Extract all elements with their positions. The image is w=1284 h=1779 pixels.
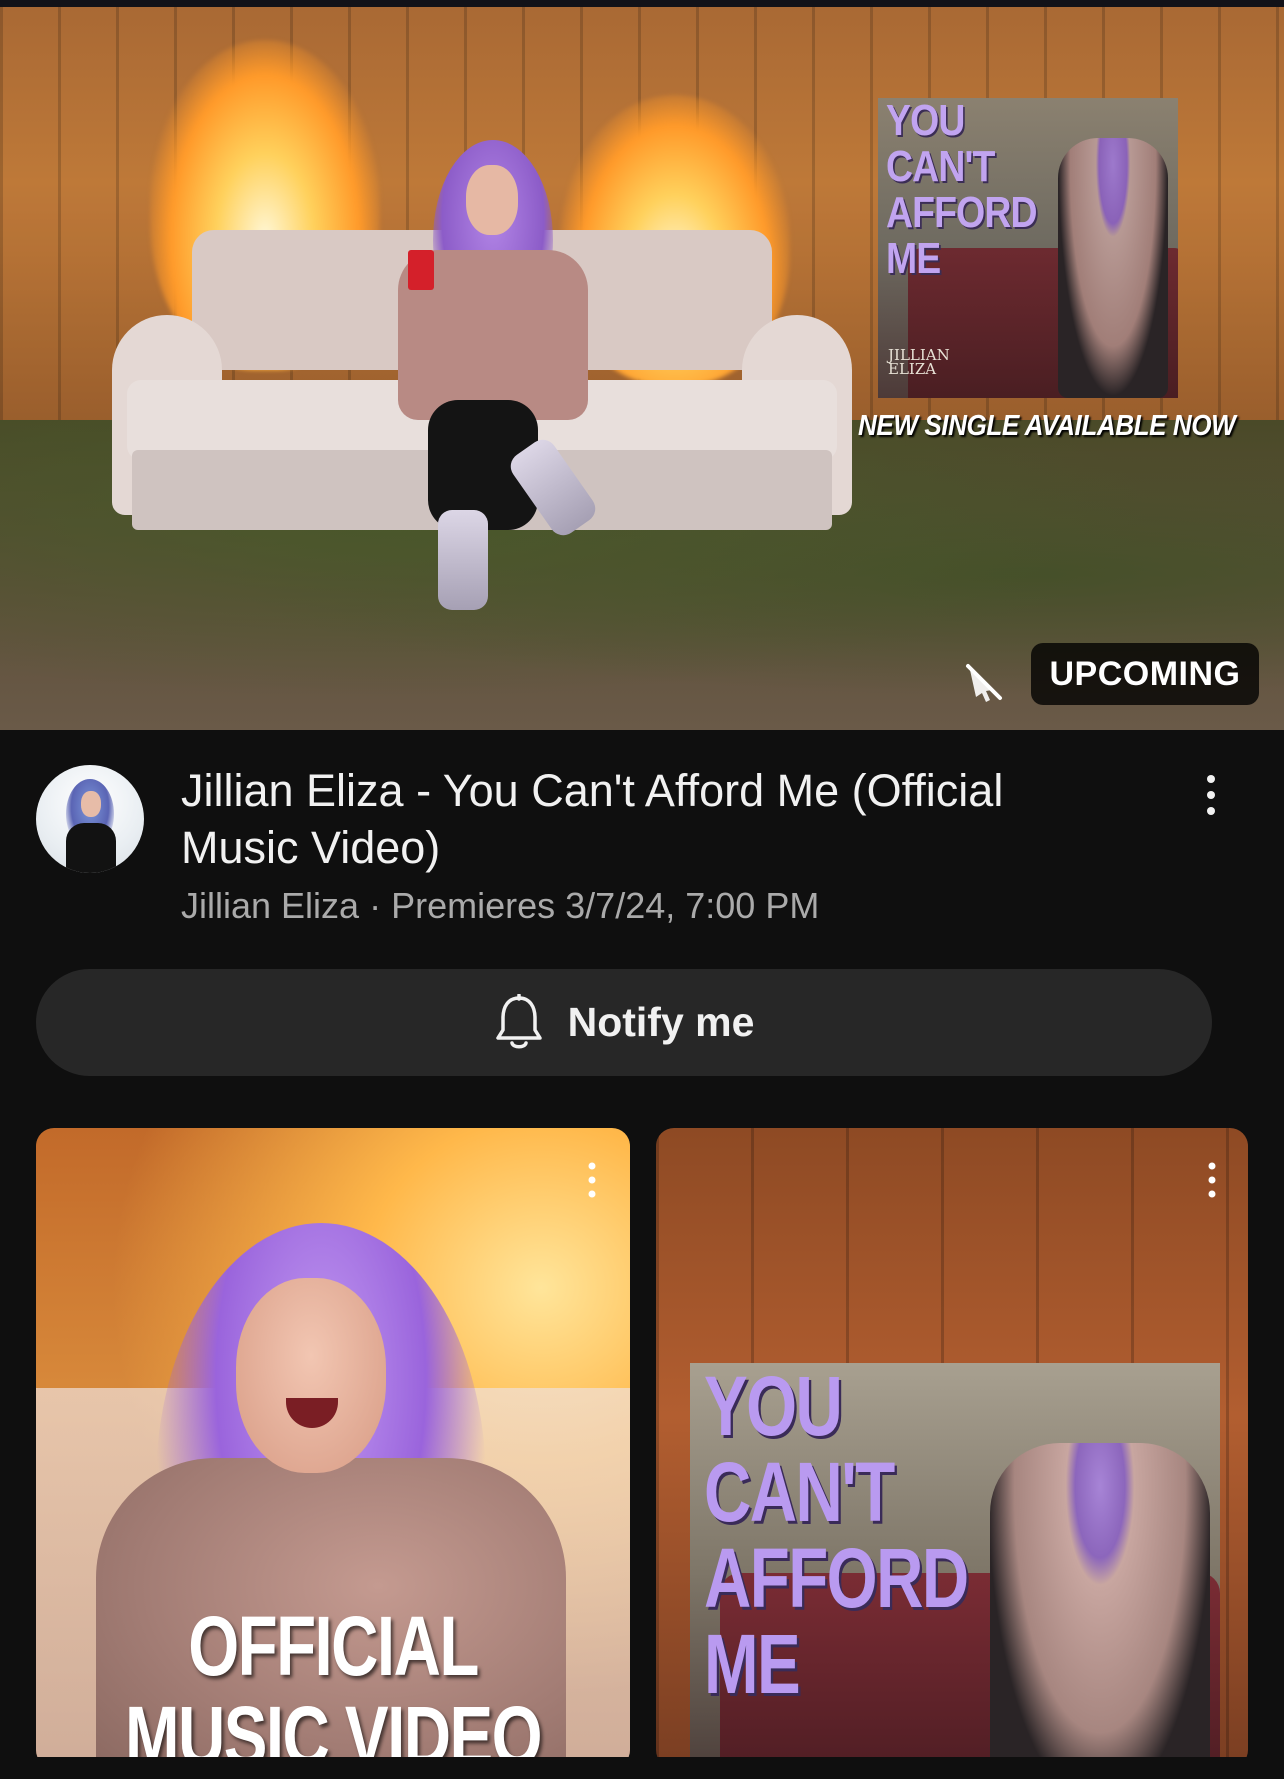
bell-icon (495, 993, 542, 1048)
channel-avatar[interactable] (36, 765, 144, 873)
short-artist-face (236, 1278, 386, 1473)
cover-title-line: YOU CAN'T (886, 98, 995, 191)
cover-title: YOU CAN'T AFFORD ME (886, 98, 1048, 282)
short-card[interactable]: OFFICIAL MUSIC VIDEO (36, 1128, 630, 1768)
short-overlay-text: MUSIC VIDEO (124, 1689, 543, 1768)
status-strip (0, 0, 1284, 7)
notify-me-label: Notify me (567, 999, 755, 1045)
short-card[interactable]: YOU CAN'T AFFORD ME (656, 1128, 1248, 1768)
video-thumbnail[interactable]: YOU CAN'T AFFORD ME JILLIAN ELIZA NEW SI… (0, 0, 1284, 730)
status-badge: UPCOMING (1031, 643, 1259, 705)
cover-title-line: AFFORD (886, 188, 1038, 237)
volume-off-icon[interactable] (962, 660, 1006, 704)
poster-title: YOU CAN'T AFFORD ME (704, 1363, 1032, 1707)
short-poster: YOU CAN'T AFFORD ME (690, 1363, 1220, 1768)
more-vert-icon[interactable] (580, 1158, 604, 1202)
artist-boot-left (438, 510, 488, 610)
cover-logo-line: ELIZA (888, 360, 937, 378)
bottom-edge (0, 1757, 1284, 1779)
single-cover-art: YOU CAN'T AFFORD ME JILLIAN ELIZA (878, 98, 1178, 398)
avatar-body (66, 823, 116, 873)
cover-signature-logo: JILLIAN ELIZA (888, 348, 950, 378)
more-vert-icon[interactable] (1200, 1158, 1224, 1202)
avatar-face (81, 791, 101, 817)
cover-title-line: ME (886, 234, 941, 283)
cover-caption: NEW SINGLE AVAILABLE NOW (858, 410, 1236, 442)
more-vert-icon[interactable] (1196, 770, 1226, 820)
meta-separator: · (369, 885, 382, 926)
notify-me-button[interactable]: Notify me (36, 969, 1212, 1076)
poster-title-line: ME (704, 1617, 801, 1711)
poster-title-line: AFFORD (704, 1531, 969, 1625)
poster-title-line: YOU CAN'T (704, 1363, 895, 1539)
artist-figure (398, 140, 601, 610)
short-overlay-text: OFFICIAL (188, 1599, 479, 1693)
video-meta: Jillian Eliza · Premieres 3/7/24, 7:00 P… (181, 885, 1081, 927)
video-title[interactable]: Jillian Eliza - You Can't Afford Me (Off… (181, 762, 1121, 876)
artist-face (466, 165, 518, 235)
cover-artist-figure (1058, 138, 1168, 398)
red-cup (408, 250, 434, 290)
channel-name[interactable]: Jillian Eliza (181, 885, 359, 926)
premiere-date: Premieres 3/7/24, 7:00 PM (391, 885, 820, 926)
